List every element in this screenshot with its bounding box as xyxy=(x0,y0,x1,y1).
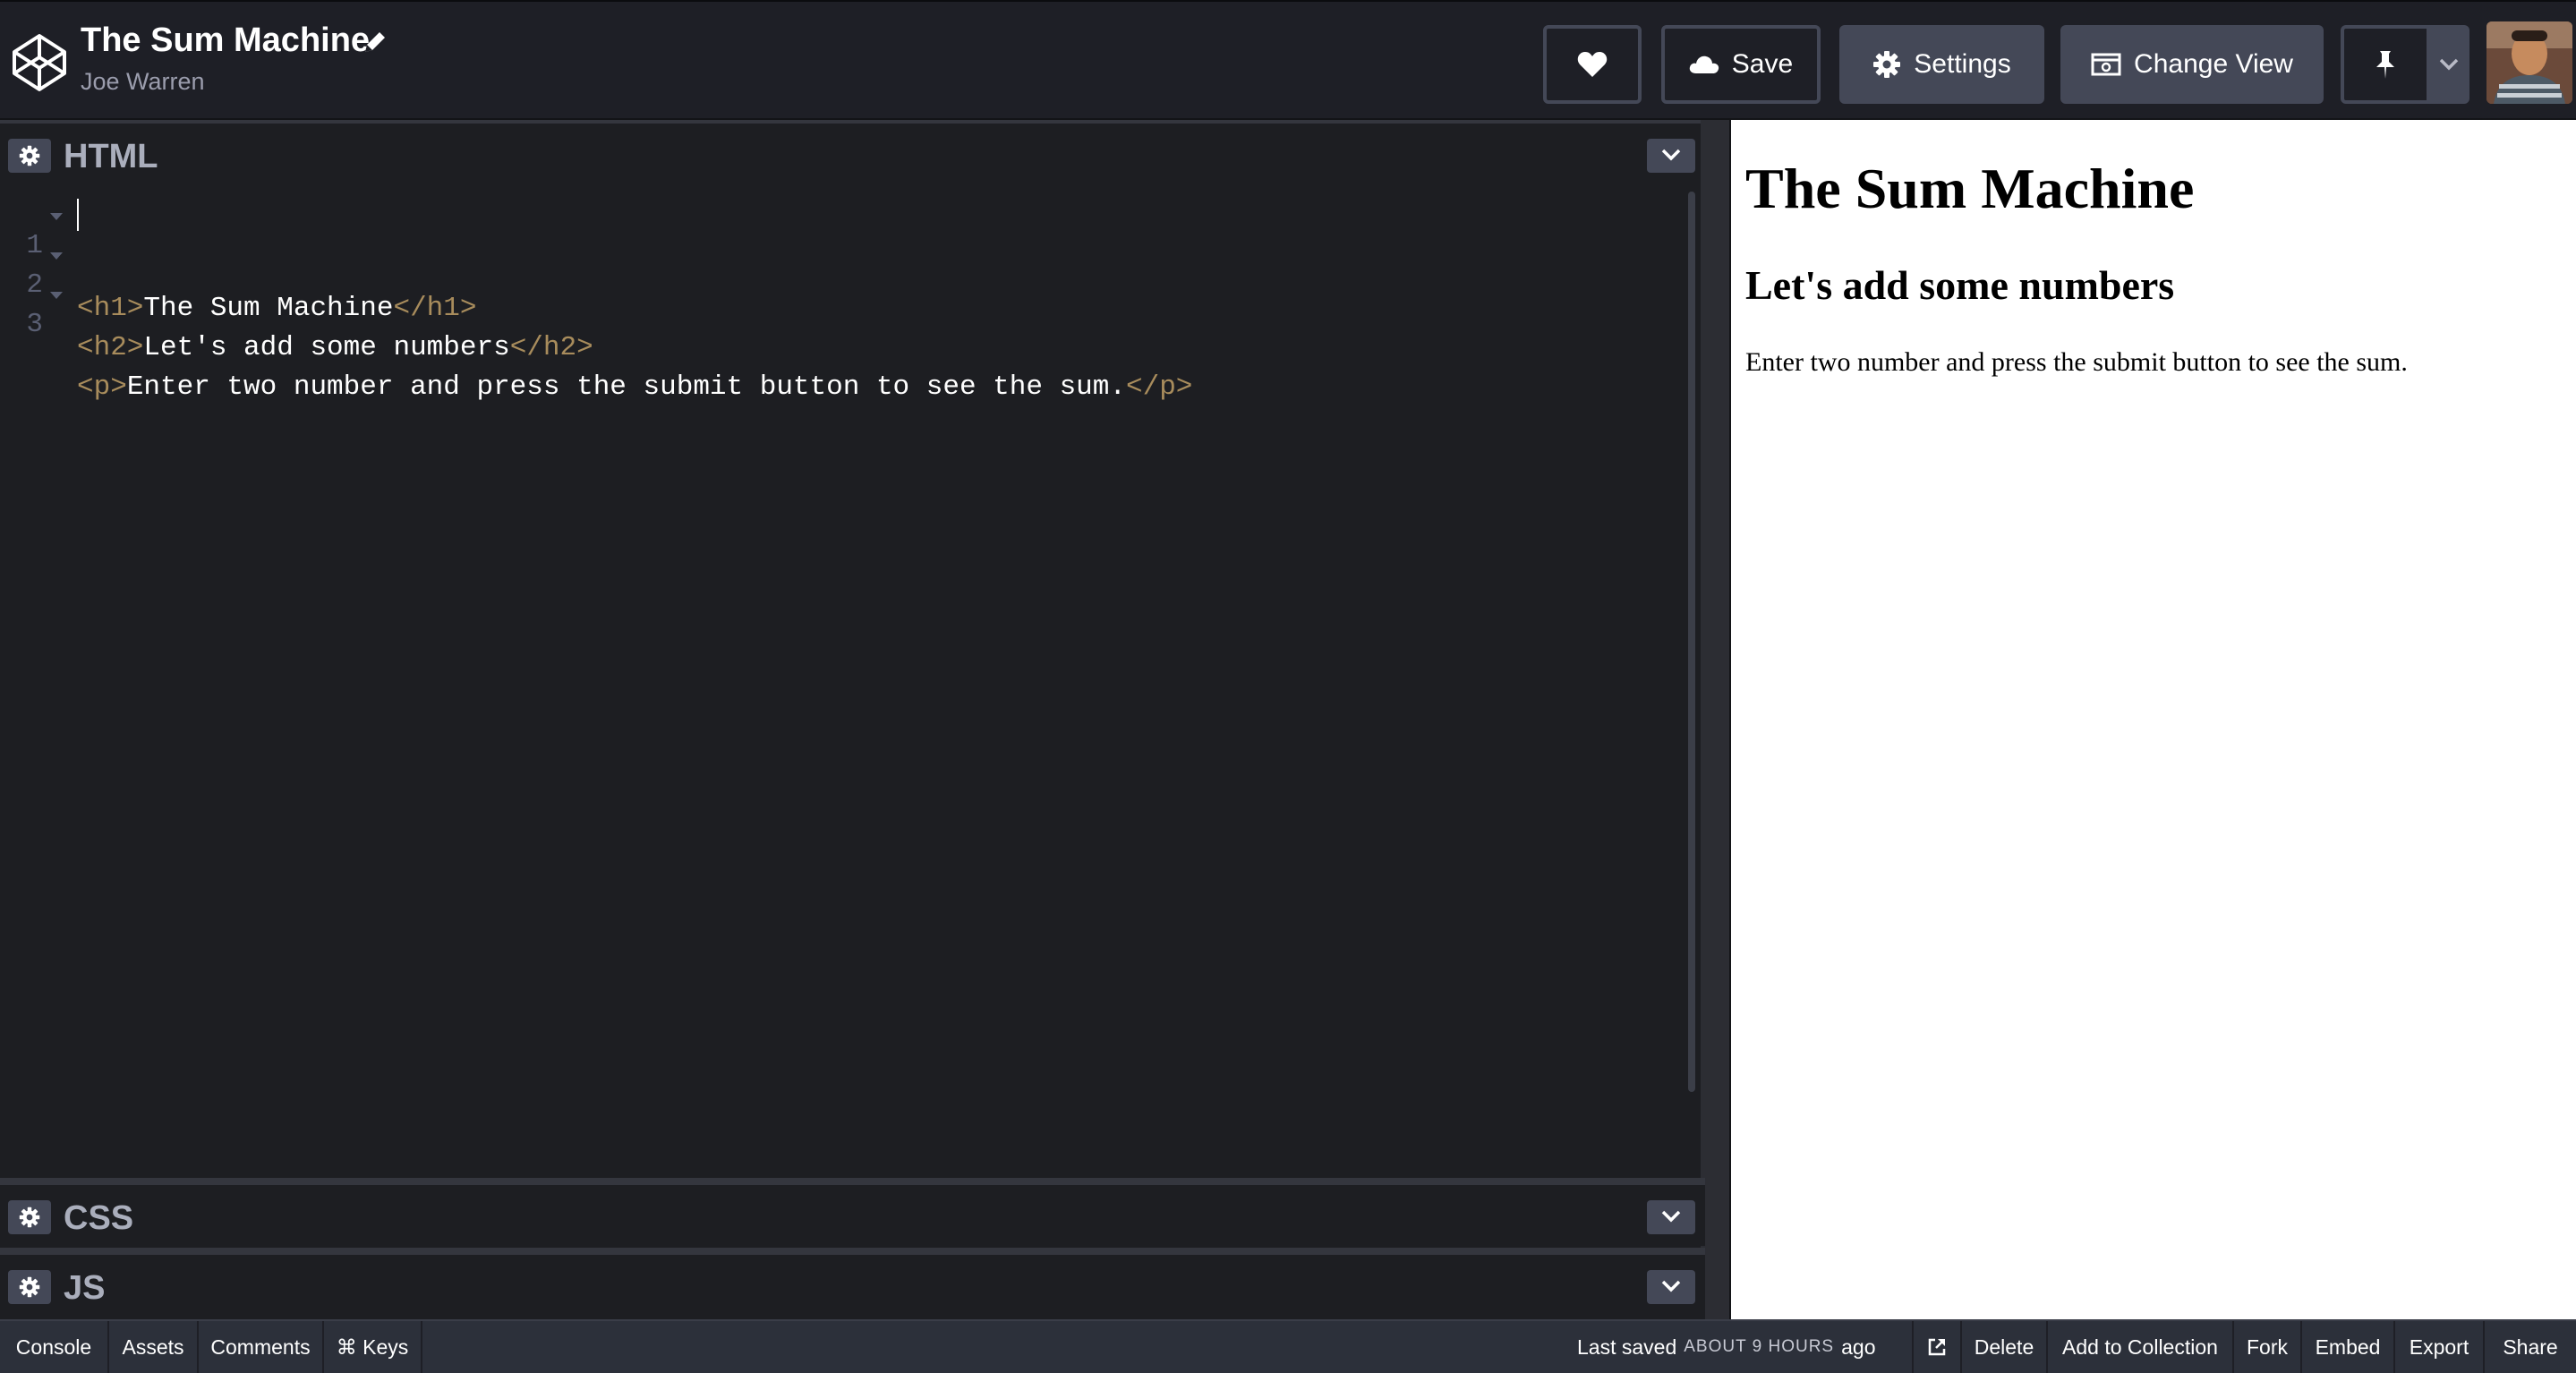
cloud-icon xyxy=(1689,55,1719,73)
editor-resize-handle[interactable] xyxy=(1701,120,1729,1319)
embed-button[interactable]: Embed xyxy=(2302,1321,2395,1373)
console-button[interactable]: Console xyxy=(0,1321,109,1373)
code-line: 3 <p>Enter two number and press the subm… xyxy=(0,277,1192,403)
user-avatar-image xyxy=(2486,21,2572,104)
delete-button[interactable]: Delete xyxy=(1962,1321,2048,1373)
html-settings-button[interactable] xyxy=(8,139,51,173)
chevron-down-icon xyxy=(1661,1280,1681,1292)
comments-button[interactable]: Comments xyxy=(199,1321,324,1373)
add-to-collection-button[interactable]: Add to Collection xyxy=(2048,1321,2234,1373)
settings-button[interactable]: Settings xyxy=(1839,25,2044,104)
code-text: <p>Enter two number and press the submit… xyxy=(77,371,1193,403)
open-external-button[interactable] xyxy=(1912,1321,1962,1373)
heart-icon xyxy=(1577,52,1608,77)
code-line: 1 <h1>The Sum Machine</h1> xyxy=(0,199,476,324)
js-collapse-button[interactable] xyxy=(1647,1270,1695,1304)
bottom-toolbar: Console Assets Comments ⌘ Keys Last save… xyxy=(0,1319,2576,1373)
avatar[interactable] xyxy=(2486,21,2572,104)
settings-label: Settings xyxy=(1914,49,2011,79)
export-button[interactable]: Export xyxy=(2395,1321,2485,1373)
code-line: 2 <h2>Let's add some numbers</h2> xyxy=(0,238,593,363)
css-editor-header[interactable]: CSS xyxy=(0,1178,1705,1246)
css-panel-title: CSS xyxy=(64,1199,134,1237)
pin-icon xyxy=(2376,51,2394,79)
last-saved-status: Last saved ABOUT 9 HOURS ago xyxy=(1577,1321,1875,1373)
change-view-icon xyxy=(2091,53,2121,76)
fork-button[interactable]: Fork xyxy=(2234,1321,2302,1373)
pen-author[interactable]: Joe Warren xyxy=(81,68,205,96)
gear-icon xyxy=(19,145,40,166)
result-preview[interactable]: The Sum Machine Let's add some numbers E… xyxy=(1731,120,2576,1319)
like-button[interactable] xyxy=(1543,25,1642,104)
chevron-down-icon xyxy=(1661,1210,1681,1223)
save-label: Save xyxy=(1731,49,1794,79)
pen-title[interactable]: The Sum Machine xyxy=(81,21,370,60)
gear-icon xyxy=(19,1276,40,1298)
html-code-editor[interactable]: 1 <h1>The Sum Machine</h1> 2 <h2>Let's a… xyxy=(0,188,1692,1173)
external-link-icon xyxy=(1928,1338,1946,1356)
code-text: <h1>The Sum Machine</h1> xyxy=(77,293,477,324)
html-panel-title: HTML xyxy=(64,138,158,175)
assets-button[interactable]: Assets xyxy=(109,1321,199,1373)
share-button[interactable]: Share xyxy=(2485,1321,2576,1373)
editor-scrollbar[interactable] xyxy=(1688,192,1695,1092)
pin-button[interactable] xyxy=(2341,25,2430,104)
line-number: 3 xyxy=(26,309,43,340)
pencil-icon[interactable] xyxy=(362,29,388,55)
text-cursor xyxy=(77,199,79,231)
html-collapse-button[interactable] xyxy=(1647,139,1695,173)
fold-arrow-icon[interactable] xyxy=(50,213,63,220)
fold-arrow-icon[interactable] xyxy=(50,292,63,299)
fold-arrow-icon[interactable] xyxy=(50,252,63,260)
change-view-label: Change View xyxy=(2134,49,2293,79)
last-saved-time: ABOUT 9 HOURS xyxy=(1684,1337,1835,1356)
js-editor-header[interactable]: JS xyxy=(0,1248,1705,1319)
last-saved-prefix: Last saved xyxy=(1577,1335,1677,1359)
preview-heading-1: The Sum Machine xyxy=(1745,157,2195,220)
change-view-button[interactable]: Change View xyxy=(2060,25,2324,104)
gear-icon xyxy=(1873,51,1901,78)
css-collapse-button[interactable] xyxy=(1647,1200,1695,1234)
chevron-down-icon xyxy=(2439,58,2459,71)
js-settings-button[interactable] xyxy=(8,1270,51,1304)
code-text: <h2>Let's add some numbers</h2> xyxy=(77,332,593,363)
keys-button[interactable]: ⌘ Keys xyxy=(324,1321,422,1373)
pin-dropdown-button[interactable] xyxy=(2428,25,2469,104)
js-panel-title: JS xyxy=(64,1269,106,1307)
gear-icon xyxy=(19,1207,40,1228)
html-editor-header: HTML xyxy=(0,120,1705,184)
last-saved-suffix: ago xyxy=(1841,1335,1876,1359)
chevron-down-icon xyxy=(1661,149,1681,161)
top-header: The Sum Machine Joe Warren Save Settings xyxy=(0,0,2576,118)
css-settings-button[interactable] xyxy=(8,1200,51,1234)
preview-paragraph: Enter two number and press the submit bu… xyxy=(1745,347,2408,377)
save-button[interactable]: Save xyxy=(1661,25,1821,104)
codepen-logo-icon[interactable] xyxy=(11,32,68,93)
preview-heading-2: Let's add some numbers xyxy=(1745,262,2175,308)
